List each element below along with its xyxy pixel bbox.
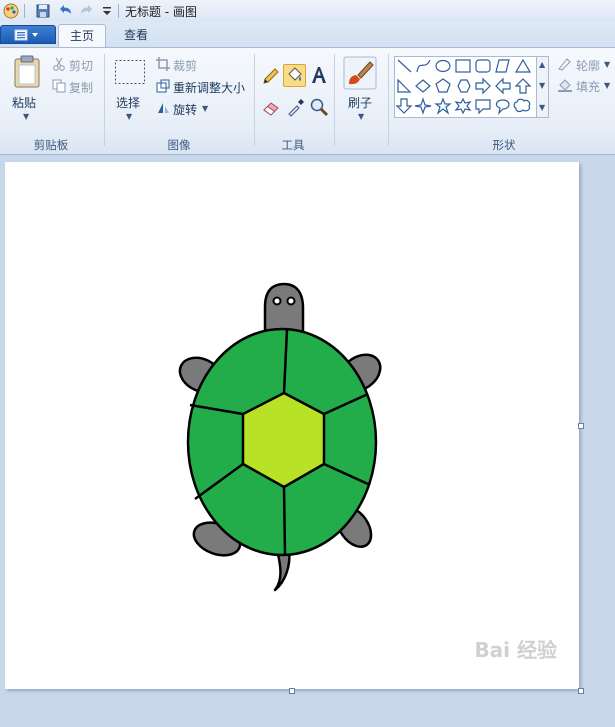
right-triangle-shape-icon <box>397 78 412 93</box>
turtle-eye-right <box>286 296 296 306</box>
resize-handle-right[interactable] <box>578 423 584 429</box>
resize-icon <box>156 79 170 93</box>
rotate-dropdown-icon[interactable]: ▼ <box>202 104 208 113</box>
magnifier-icon[interactable] <box>309 97 329 117</box>
menu-icon <box>14 29 38 41</box>
four-point-star-shape-icon <box>414 97 432 115</box>
color-picker-icon[interactable] <box>286 97 306 117</box>
undo-icon[interactable] <box>56 2 74 20</box>
clipboard-icon[interactable] <box>12 55 42 89</box>
outline-dropdown-icon[interactable]: ▼ <box>604 60 610 69</box>
polygon-shape-icon <box>495 59 510 73</box>
shapes-gallery-icons <box>395 58 532 115</box>
eraser-icon[interactable] <box>261 97 281 117</box>
triangle-shape-icon <box>514 58 532 73</box>
fill-tool-selected[interactable] <box>283 64 306 87</box>
paste-dropdown-icon[interactable]: ▼ <box>23 112 29 121</box>
window-title: 无标题 - 画图 <box>125 5 197 19</box>
crop-button[interactable]: 裁剪 <box>173 57 197 74</box>
brush-button[interactable]: 刷子 <box>348 94 372 111</box>
paint-app-icon <box>3 3 19 19</box>
brush-icon[interactable] <box>343 56 377 90</box>
group-separator <box>388 54 389 146</box>
image-group-label: 图像 <box>167 138 191 152</box>
cloud-callout-shape-icon <box>513 98 531 113</box>
tools-group-label: 工具 <box>281 138 305 152</box>
rounded-rectangle-shape-icon <box>475 59 491 73</box>
left-arrow-shape-icon <box>495 77 511 95</box>
separator <box>24 4 25 18</box>
outline-icon <box>558 58 571 71</box>
customize-quick-access-icon[interactable] <box>98 2 116 20</box>
turtle-drawing <box>178 282 382 592</box>
copy-button[interactable]: 复制 <box>69 79 93 96</box>
select-dropdown-icon[interactable]: ▼ <box>126 112 132 121</box>
gallery-expand-icon[interactable]: ▼ <box>539 103 545 112</box>
drawing-canvas[interactable]: Bai 经验 <box>5 162 579 689</box>
canvas-workspace: Bai 经验 <box>0 155 615 727</box>
fill-bucket-icon <box>288 67 302 81</box>
tab-home[interactable]: 主页 <box>58 24 106 47</box>
rotate-icon <box>158 103 169 113</box>
oval-shape-icon <box>435 59 451 73</box>
shapes-group-label: 形状 <box>492 138 516 152</box>
hexagon-shape-icon <box>457 79 471 93</box>
redo-icon[interactable] <box>78 2 96 20</box>
shapes-gallery-scrollbar[interactable]: ▲ ▼ ▼ <box>537 56 549 118</box>
select-button[interactable]: 选择 <box>116 94 140 111</box>
watermark: Bai 经验 <box>474 638 557 662</box>
crop-icon <box>156 57 170 71</box>
rounded-callout-shape-icon <box>475 99 491 115</box>
rotate-button[interactable]: 旋转 <box>173 101 197 118</box>
down-arrow-shape-icon <box>395 98 413 114</box>
resize-handle-corner[interactable] <box>578 688 584 694</box>
brush-dropdown-icon[interactable]: ▼ <box>358 112 364 121</box>
ribbon-tabs: 主页 查看 <box>0 22 615 47</box>
fill-dropdown-icon[interactable]: ▼ <box>604 81 610 90</box>
paste-button[interactable]: 粘贴 <box>12 94 36 111</box>
text-tool-icon[interactable] <box>309 65 329 85</box>
ribbon: 粘贴 ▼ 剪切 复制 剪贴板 选择 ▼ 裁剪 重新调整大小 旋转 ▼ 图像 工具… <box>0 47 615 155</box>
up-arrow-shape-icon <box>514 78 532 94</box>
resize-button[interactable]: 重新调整大小 <box>173 79 245 96</box>
copy-icon <box>52 79 66 93</box>
scroll-up-icon[interactable]: ▲ <box>539 60 545 69</box>
group-separator <box>104 54 105 146</box>
scroll-down-icon[interactable]: ▼ <box>539 81 545 90</box>
turtle-head <box>263 282 305 336</box>
cut-button[interactable]: 剪切 <box>69 57 93 74</box>
resize-handle-bottom[interactable] <box>289 688 295 694</box>
title-bar: 无标题 - 画图 <box>0 0 615 23</box>
diamond-shape-icon <box>415 79 431 93</box>
shapes-gallery <box>394 56 537 118</box>
pencil-icon[interactable] <box>261 66 281 86</box>
tab-view[interactable]: 查看 <box>112 24 160 47</box>
oval-callout-shape-icon <box>495 99 510 115</box>
select-icon[interactable] <box>114 59 146 85</box>
right-arrow-shape-icon <box>475 77 491 95</box>
fill-icon <box>558 79 572 92</box>
curve-shape-icon <box>416 59 431 73</box>
scissors-icon <box>53 57 65 71</box>
clipboard-group-label: 剪贴板 <box>33 138 69 152</box>
paint-menu-button[interactable] <box>0 25 56 44</box>
turtle-eye-left <box>272 296 282 306</box>
save-icon[interactable] <box>34 2 52 20</box>
five-point-star-shape-icon <box>434 97 452 115</box>
group-separator <box>254 54 255 146</box>
fill-button[interactable]: 填充 <box>576 78 600 95</box>
rectangle-shape-icon <box>455 59 471 73</box>
pentagon-shape-icon <box>435 78 451 93</box>
separator <box>118 4 119 18</box>
six-point-star-shape-icon <box>454 97 472 115</box>
line-shape-icon <box>397 59 412 73</box>
outline-button[interactable]: 轮廓 <box>576 57 600 74</box>
group-separator <box>334 54 335 146</box>
